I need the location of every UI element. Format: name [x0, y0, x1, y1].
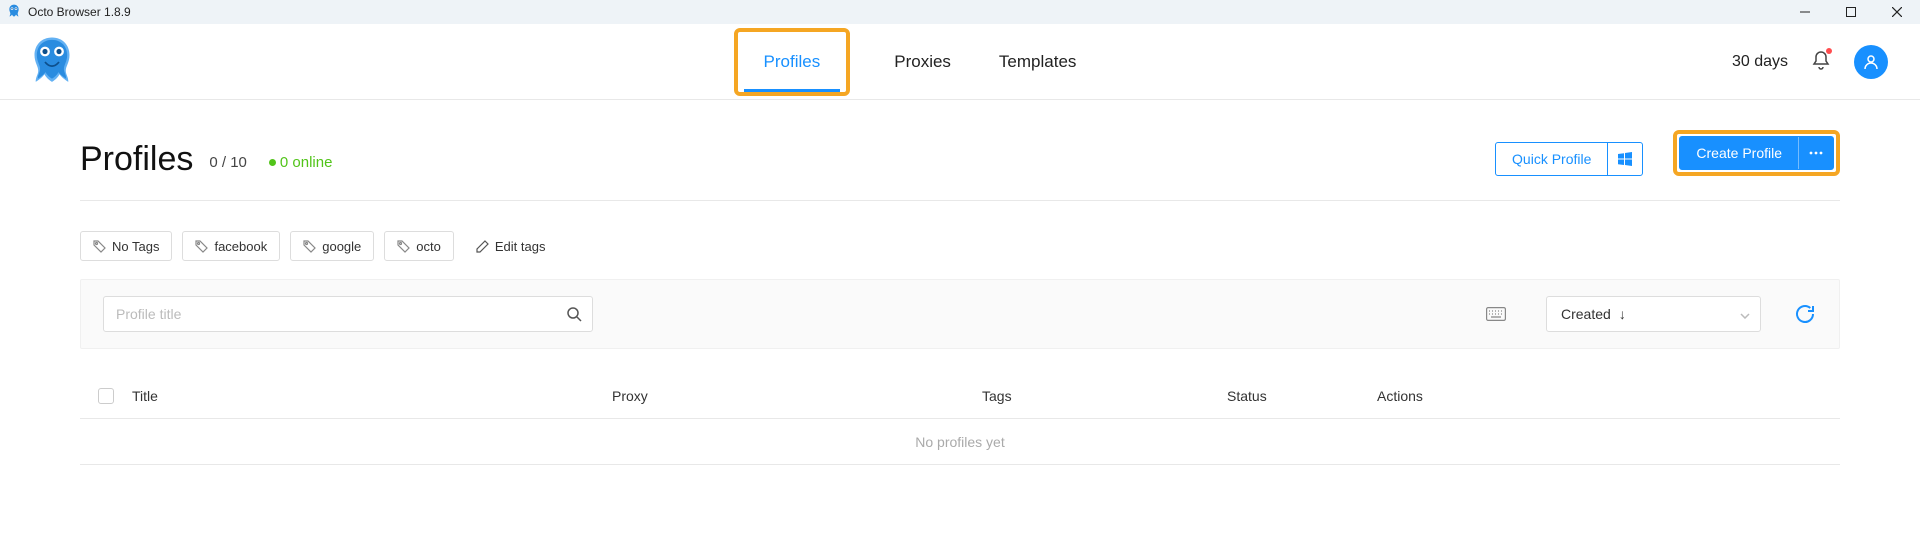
tag-chip-label: facebook — [214, 239, 267, 254]
tag-chip-label: google — [322, 239, 361, 254]
tag-icon — [93, 240, 106, 253]
tag-filter-row: No Tags facebook google octo Edit tags — [80, 201, 1840, 261]
refresh-icon — [1793, 302, 1817, 326]
search-input[interactable] — [114, 305, 558, 323]
windows-icon — [1618, 152, 1632, 166]
create-profile-button-group: Create Profile — [1679, 136, 1834, 170]
app-logo — [22, 32, 82, 92]
tab-profiles[interactable]: Profiles — [738, 32, 847, 92]
more-dots-icon — [1809, 151, 1823, 155]
window-title: Octo Browser 1.8.9 — [28, 5, 131, 19]
quick-profile-os-button[interactable] — [1607, 143, 1642, 175]
search-box[interactable] — [103, 296, 593, 332]
sort-label: Created — [1561, 306, 1611, 322]
column-header-tags[interactable]: Tags — [982, 388, 1227, 404]
keyboard-shortcut-button[interactable] — [1486, 307, 1506, 321]
quick-profile-button[interactable]: Quick Profile — [1496, 143, 1607, 175]
tag-chip-label: octo — [416, 239, 441, 254]
profiles-table: Title Proxy Tags Status Actions No profi… — [80, 373, 1840, 465]
tag-icon — [303, 240, 316, 253]
edit-tags-label: Edit tags — [495, 239, 546, 254]
sort-direction-icon: ↓ — [1619, 306, 1626, 322]
notification-dot-icon — [1826, 48, 1832, 54]
profile-counter: 0 / 10 — [209, 154, 247, 176]
search-panel: Created ↓ — [80, 279, 1840, 349]
create-profile-highlight: Create Profile — [1673, 130, 1840, 176]
create-profile-more-button[interactable] — [1798, 137, 1833, 169]
column-header-actions: Actions — [1377, 388, 1840, 404]
table-empty-row: No profiles yet — [80, 419, 1840, 465]
tab-proxies[interactable]: Proxies — [890, 28, 955, 96]
column-header-proxy[interactable]: Proxy — [612, 388, 982, 404]
chevron-down-icon — [1740, 306, 1750, 322]
table-header-row: Title Proxy Tags Status Actions — [80, 373, 1840, 419]
tag-icon — [397, 240, 410, 253]
select-all-checkbox[interactable] — [98, 388, 114, 404]
page-top-row: Profiles 0 / 10 0 online Quick Profile C… — [80, 130, 1840, 201]
online-dot-icon — [269, 159, 276, 166]
quick-profile-button-group: Quick Profile — [1495, 142, 1643, 176]
create-profile-button[interactable]: Create Profile — [1680, 137, 1798, 169]
edit-tags-button[interactable]: Edit tags — [464, 231, 558, 261]
page-title: Profiles — [80, 142, 193, 176]
notifications-button[interactable] — [1812, 50, 1830, 73]
keyboard-icon — [1486, 307, 1506, 321]
main-tabs: Profiles Proxies Templates — [734, 28, 1081, 96]
tag-icon — [195, 240, 208, 253]
tag-chip-no-tags[interactable]: No Tags — [80, 231, 172, 261]
online-counter: 0 online — [263, 154, 333, 176]
tag-chip-octo[interactable]: octo — [384, 231, 454, 261]
trial-days-label: 30 days — [1732, 53, 1788, 71]
sort-select[interactable]: Created ↓ — [1546, 296, 1761, 332]
refresh-button[interactable] — [1793, 302, 1817, 326]
window-titlebar: Octo Browser 1.8.9 — [0, 0, 1920, 24]
column-header-title[interactable]: Title — [132, 388, 612, 404]
window-close-button[interactable] — [1874, 0, 1920, 24]
tag-chip-facebook[interactable]: facebook — [182, 231, 280, 261]
tab-templates[interactable]: Templates — [995, 28, 1080, 96]
account-avatar-button[interactable] — [1854, 45, 1888, 79]
tag-chip-google[interactable]: google — [290, 231, 374, 261]
column-header-status[interactable]: Status — [1227, 388, 1377, 404]
pencil-icon — [476, 240, 489, 253]
online-label: 0 online — [280, 154, 333, 171]
tag-chip-label: No Tags — [112, 239, 159, 254]
window-minimize-button[interactable] — [1782, 0, 1828, 24]
app-icon — [6, 4, 22, 20]
app-header: Profiles Proxies Templates 30 days — [0, 24, 1920, 100]
window-maximize-button[interactable] — [1828, 0, 1874, 24]
tab-highlight: Profiles — [734, 28, 851, 96]
search-icon — [566, 306, 582, 322]
